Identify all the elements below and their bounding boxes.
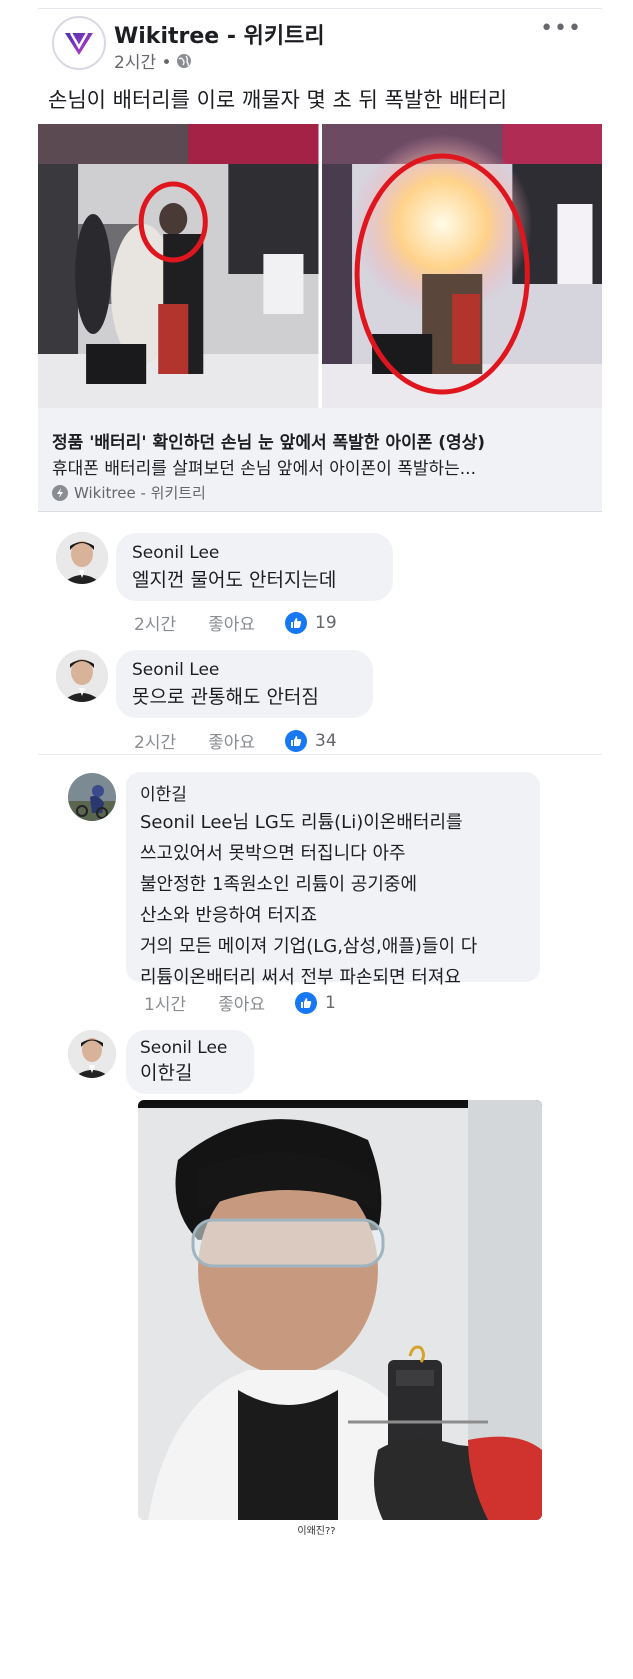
comment-text: 이한길 <box>140 1062 193 1084</box>
comment-author[interactable]: Seonil Lee <box>140 1038 240 1058</box>
comment-author[interactable]: Seonil Lee <box>132 660 357 680</box>
link-title[interactable]: 정품 '배터리' 확인하던 손님 눈 앞에서 폭발한 아이폰 (영상) <box>52 428 485 453</box>
wikitree-logo-icon <box>65 32 93 55</box>
comment-time[interactable]: 2시간 <box>134 728 176 753</box>
like-count[interactable]: 19 <box>315 613 337 633</box>
post-image[interactable] <box>38 124 602 408</box>
post-header: Wikitree - 위키트리 2시간 • ••• <box>52 16 592 76</box>
cctv-frame-before <box>38 124 319 408</box>
comment-text: 못으로 관통해도 안터짐 <box>132 686 319 708</box>
link-source: Wikitree - 위키트리 <box>52 482 206 503</box>
reply-photo[interactable] <box>138 1100 542 1520</box>
cctv-frame-explosion <box>321 124 602 408</box>
like-count[interactable]: 34 <box>315 731 337 751</box>
comment-text: 엘지껀 물어도 안터지는데 <box>132 569 337 591</box>
avatar[interactable] <box>56 650 108 702</box>
caption: 이왜진?? <box>297 1526 336 1537</box>
like-button[interactable]: 좋아요 <box>208 728 255 753</box>
post-time[interactable]: 2시간 • <box>114 48 172 73</box>
avatar[interactable] <box>68 1030 116 1078</box>
link-preview[interactable]: 정품 '배터리' 확인하던 손님 눈 앞에서 폭발한 아이폰 (영상) 휴대폰 … <box>38 408 602 512</box>
comment-text: Seonil Lee님 LG도 리튬(Li)이온배터리를 쓰고있어서 못박으면 … <box>140 812 478 988</box>
lightning-icon <box>52 484 68 501</box>
page-name[interactable]: Wikitree - 위키트리 <box>114 18 325 50</box>
avatar[interactable] <box>56 532 108 584</box>
globe-icon <box>176 53 191 68</box>
thumbs-up-icon <box>295 991 318 1014</box>
like-button[interactable]: 좋아요 <box>208 610 255 635</box>
reply-bubble: 이한길 Seonil Lee님 LG도 리튬(Li)이온배터리를 쓰고있어서 못… <box>126 772 540 988</box>
link-source-label: Wikitree - 위키트리 <box>74 484 206 502</box>
post-meta: 2시간 • <box>114 48 192 73</box>
comment-time[interactable]: 2시간 <box>134 610 176 635</box>
like-count[interactable]: 1 <box>325 993 336 1013</box>
comment-bubble: Seonil Lee 못으로 관통해도 안터짐 <box>116 650 373 718</box>
thumbs-up-icon <box>285 729 308 752</box>
post-text: 손님이 배터리를 이로 깨물자 몇 초 뒤 폭발한 배터리 <box>48 88 508 112</box>
top-divider <box>38 8 602 9</box>
section-divider <box>38 754 602 755</box>
comment-bubble: Seonil Lee 엘지껀 물어도 안터지는데 <box>116 533 393 601</box>
avatar[interactable] <box>68 773 116 821</box>
comment-author[interactable]: Seonil Lee <box>132 543 377 563</box>
reply-bubble: Seonil Lee 이한길 <box>126 1030 254 1094</box>
link-description: 휴대폰 배터리를 살펴보던 손님 앞에서 아이폰이 폭발하는... <box>52 459 476 479</box>
comment-actions: 2시간 좋아요 34 <box>134 728 337 753</box>
thumbs-up-icon <box>285 611 308 634</box>
comment-actions: 2시간 좋아요 19 <box>134 610 337 635</box>
comment-time[interactable]: 1시간 <box>144 990 186 1015</box>
page-avatar[interactable] <box>52 16 106 70</box>
comment-actions: 1시간 좋아요 1 <box>144 990 336 1015</box>
more-options-icon[interactable]: ••• <box>540 16 582 41</box>
comment-author[interactable]: 이한길 <box>140 780 526 805</box>
like-button[interactable]: 좋아요 <box>218 990 265 1015</box>
